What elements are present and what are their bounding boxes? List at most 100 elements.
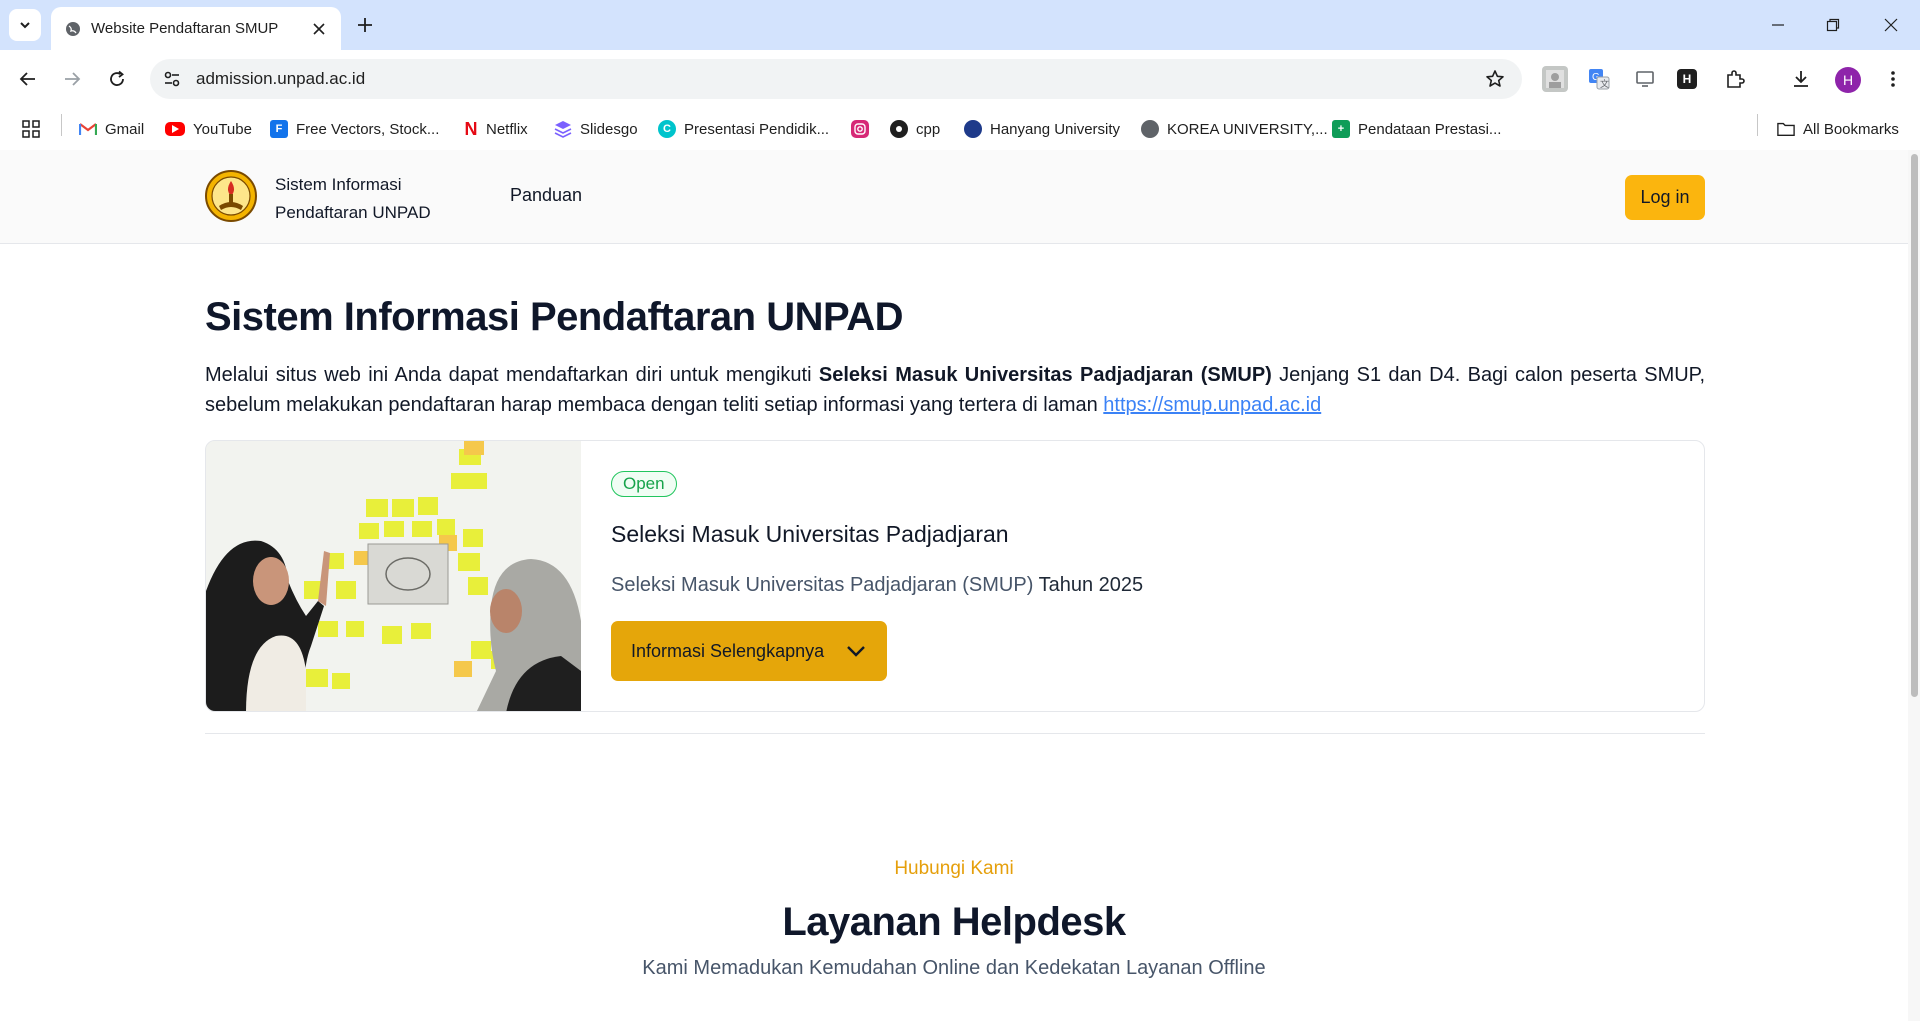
download-icon (1794, 71, 1808, 87)
folder-icon (1777, 120, 1795, 138)
smup-link[interactable]: https://smup.unpad.ac.id (1103, 394, 1321, 416)
card-subtitle-program: Seleksi Masuk Universitas Padjadjaran (S… (611, 574, 1034, 596)
bookmark-label: Slidesgo (580, 120, 638, 138)
section-divider (205, 733, 1705, 734)
gmail-icon (79, 120, 97, 138)
site-brand[interactable]: Sistem Informasi Pendaftaran UNPAD (275, 171, 465, 227)
globe-icon (66, 21, 80, 36)
hanyang-icon (964, 120, 982, 138)
youtube-icon (165, 122, 185, 136)
scrollbar-thumb[interactable] (1911, 154, 1918, 697)
bookmark-cpp[interactable]: cpp (890, 117, 940, 141)
plus-icon (358, 18, 372, 32)
bookmark-pendataan[interactable]: + Pendataan Prestasi... (1332, 117, 1501, 141)
reload-button[interactable] (101, 63, 133, 95)
bookmark-slidesgo[interactable]: Slidesgo (554, 117, 638, 141)
helpdesk-title: Layanan Helpdesk (782, 900, 1126, 944)
brand-line-1: Sistem Informasi (275, 175, 402, 194)
restore-icon (1826, 18, 1840, 32)
bookmark-label: KOREA UNIVERSITY,... (1167, 120, 1328, 138)
google-translate-extension[interactable]: G文 (1586, 66, 1612, 92)
instagram-icon (851, 120, 869, 138)
bookmarks-bar: Gmail YouTube F Free Vectors, Stock... N… (0, 108, 1920, 150)
close-icon (313, 22, 325, 35)
bookmarks-divider (1757, 114, 1758, 136)
netflix-icon: N (464, 118, 478, 139)
reload-icon (110, 70, 124, 86)
extension-profile-button[interactable] (1542, 66, 1568, 92)
forward-button[interactable] (56, 63, 88, 95)
bookmark-hanyang[interactable]: Hanyang University (964, 117, 1120, 141)
bookmark-label: Hanyang University (990, 120, 1121, 138)
site-settings-button[interactable] (157, 64, 187, 94)
web-page: Sistem Informasi Pendaftaran UNPAD Pandu… (0, 150, 1920, 1021)
person-photo-icon (1546, 70, 1564, 88)
new-tab-button[interactable] (352, 12, 378, 38)
minimize-button[interactable] (1763, 10, 1793, 40)
minimize-icon (1772, 24, 1784, 26)
bookmark-freepik[interactable]: F Free Vectors, Stock... (270, 117, 439, 141)
card-title: Seleksi Masuk Universitas Padjadjaran (611, 521, 1009, 547)
bookmark-gmail[interactable]: Gmail (79, 117, 144, 141)
chrome-menu-button[interactable] (1880, 66, 1906, 92)
bookmark-label: Free Vectors, Stock... (296, 120, 440, 138)
apps-button[interactable] (21, 117, 41, 141)
profile-avatar[interactable]: H (1835, 67, 1861, 93)
bookmark-label: Netflix (486, 120, 528, 138)
bookmark-label: Pendataan Prestasi... (1358, 120, 1502, 138)
monitor-icon (1636, 71, 1654, 87)
login-button[interactable]: Log in (1625, 175, 1705, 220)
page-scrollbar[interactable] (1908, 150, 1920, 1021)
back-button[interactable] (12, 63, 44, 95)
h-letter-icon: H (1682, 72, 1692, 86)
tab-search-button[interactable] (9, 9, 41, 41)
desc-text-1: Melalui situs web ini Anda dapat mendaft… (205, 364, 819, 386)
nav-panduan-link[interactable]: Panduan (510, 185, 582, 206)
slidesgo-icon (554, 120, 572, 138)
browser-toolbar: admission.unpad.ac.id G文 H (0, 50, 1920, 108)
puzzle-icon (1727, 70, 1745, 88)
close-window-button[interactable] (1876, 10, 1906, 40)
card-subtitle-year: Tahun 2025 (1033, 574, 1144, 596)
browser-tab-strip: Website Pendaftaran SMUP (0, 0, 1920, 50)
freepik-icon: F (270, 120, 288, 138)
unpad-logo[interactable] (205, 170, 257, 222)
arrow-right-icon (65, 72, 81, 86)
bookmark-star-button[interactable] (1480, 64, 1510, 94)
bookmark-label: cpp (916, 120, 941, 138)
page-title: Sistem Informasi Pendaftaran UNPAD (205, 295, 903, 339)
card-subtitle: Seleksi Masuk Universitas Padjadjaran (S… (611, 574, 1143, 597)
site-header: Sistem Informasi Pendaftaran UNPAD Pandu… (0, 150, 1908, 244)
star-icon (1486, 70, 1504, 87)
downloads-button[interactable] (1788, 66, 1814, 92)
contact-eyebrow: Hubungi Kami (894, 858, 1014, 879)
extensions-button[interactable] (1722, 66, 1748, 92)
arrow-left-icon (19, 72, 35, 86)
card-photo (206, 441, 581, 711)
bookmark-korea-university[interactable]: KOREA UNIVERSITY,... (1141, 117, 1328, 141)
restore-button[interactable] (1818, 10, 1848, 40)
bookmark-canva[interactable]: C Presentasi Pendidik... (658, 117, 829, 141)
tune-icon (164, 71, 180, 87)
bookmark-netflix[interactable]: N Netflix (464, 117, 528, 141)
bookmarks-divider (61, 114, 62, 136)
bookmark-label: YouTube (193, 120, 252, 138)
sheets-icon: + (1332, 120, 1350, 138)
address-bar[interactable]: admission.unpad.ac.id (150, 59, 1522, 99)
desc-bold-text: Seleksi Masuk Universitas Padjadjaran (S… (818, 364, 1272, 386)
more-info-label: Informasi Selengkapnya (631, 640, 825, 661)
brand-line-2: Pendaftaran UNPAD (275, 203, 431, 222)
url-text[interactable]: admission.unpad.ac.id (196, 69, 1480, 89)
bookmark-instagram[interactable] (851, 117, 877, 141)
tab-close-button[interactable] (309, 19, 329, 39)
all-bookmarks-button[interactable]: All Bookmarks (1777, 117, 1899, 141)
h-extension[interactable]: H (1677, 69, 1697, 89)
active-tab[interactable]: Website Pendaftaran SMUP (51, 7, 341, 50)
bookmark-youtube[interactable]: YouTube (165, 117, 252, 141)
chevron-down-icon (20, 22, 30, 29)
cast-extension[interactable] (1632, 66, 1658, 92)
canva-icon: C (658, 120, 676, 138)
more-info-button[interactable]: Informasi Selengkapnya (611, 621, 887, 681)
chevron-down-icon (846, 645, 866, 657)
status-badge: Open (611, 471, 677, 497)
